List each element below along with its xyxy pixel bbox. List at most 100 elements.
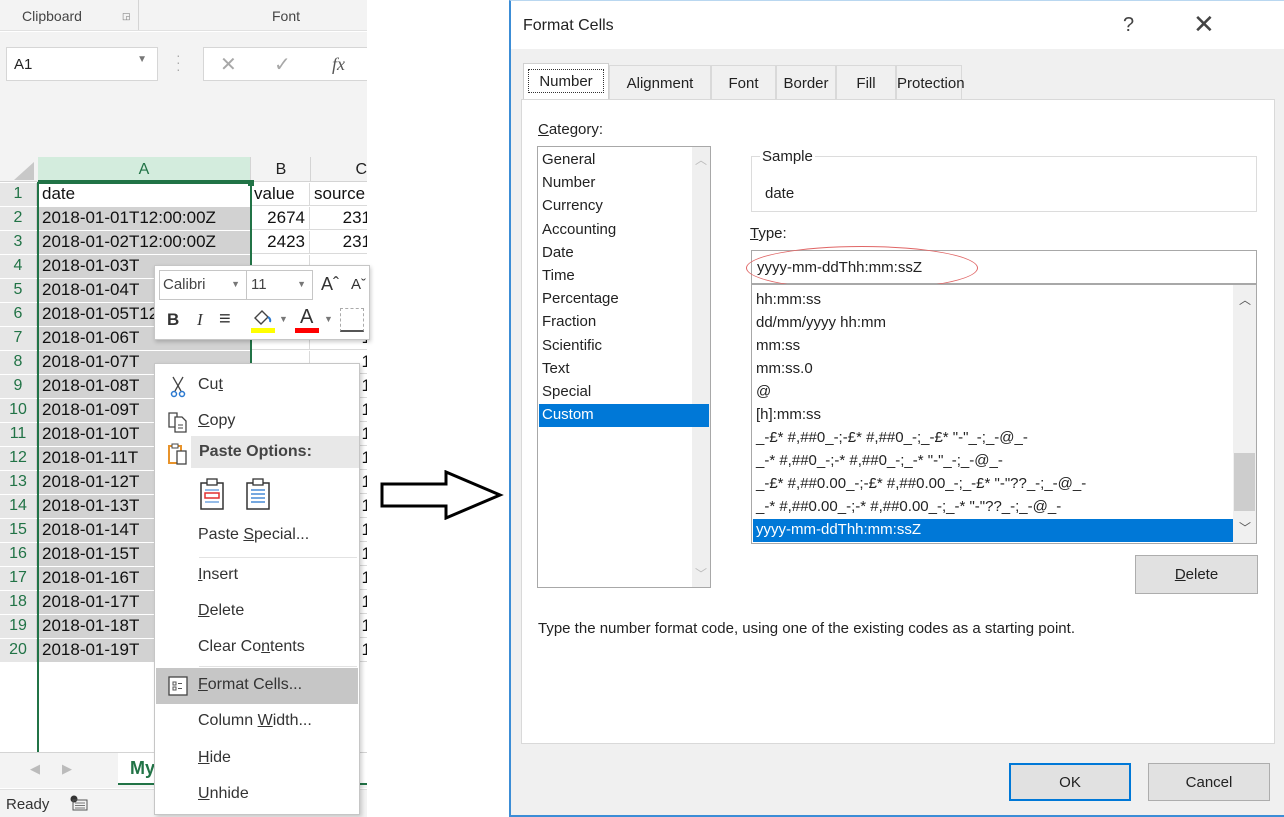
menu-item-paste-special[interactable]: Paste Special... [156,518,358,554]
column-header-c[interactable]: C [312,157,367,182]
row-header[interactable]: 19 [0,615,37,638]
cell-a[interactable]: date [38,183,251,206]
shrink-font-icon[interactable]: Aˇ [351,276,366,293]
paste-keep-formatting-button[interactable] [199,478,225,510]
format-code-item[interactable]: yyyy-mm-ddThh:mm:ssZ [753,519,1233,542]
row-header[interactable]: 9 [0,375,37,398]
cancel-icon[interactable]: ✕ [220,52,237,77]
category-item[interactable]: Date [539,242,709,265]
cell-c[interactable]: source [311,183,367,206]
category-item[interactable]: Text [539,358,709,381]
row-header[interactable]: 12 [0,447,37,470]
column-header-a[interactable]: A [38,157,251,182]
chevron-down-icon[interactable]: ▼ [231,279,240,289]
italic-button[interactable]: I [197,310,203,330]
insert-function-icon[interactable]: fx [332,54,345,75]
row-header[interactable]: 15 [0,519,37,542]
scroll-right-icon[interactable]: ▶ [62,761,72,777]
menu-item-unhide[interactable]: Unhide [156,777,358,813]
category-list[interactable]: ︿ ﹀ General Number Currency Accounting Date T… [537,146,711,588]
row-header[interactable]: 2 [0,207,37,230]
category-item[interactable]: Custom [539,404,709,428]
row-header[interactable]: 5 [0,279,37,302]
cell-c[interactable]: 231 [311,207,367,230]
format-code-item[interactable]: @ [753,381,1233,404]
menu-item-copy[interactable]: Copy [156,404,358,440]
row-header[interactable]: 14 [0,495,37,518]
menu-item-format-cells[interactable]: Format Cells... [156,668,358,704]
menu-item-hide[interactable]: Hide [156,741,358,777]
drag-handle-icon[interactable]: · · · [176,48,181,76]
delete-format-button[interactable]: Delete [1135,555,1258,594]
select-all-corner[interactable] [14,162,34,180]
cell-b[interactable]: 2674 [252,207,310,230]
row-header[interactable]: 16 [0,543,37,566]
formula-bar[interactable]: ✕ ✓ fx [203,47,367,81]
cell-a[interactable]: 2018-01-01T12:00:00Z [38,207,251,230]
chevron-down-icon[interactable]: ▼ [137,54,147,65]
tab-border[interactable]: Border [776,65,836,100]
row-header[interactable]: 20 [0,639,37,662]
ok-button[interactable]: OK [1009,763,1131,801]
scroll-left-icon[interactable]: ◀ [30,761,40,777]
format-code-item[interactable]: mm:ss [753,335,1233,358]
close-icon[interactable]: ✕ [1193,9,1215,40]
row-header[interactable]: 3 [0,231,37,254]
row-header[interactable]: 4 [0,255,37,278]
name-box[interactable]: A1 ▼ [6,47,158,81]
tab-font[interactable]: Font [711,65,776,100]
chevron-down-icon[interactable]: ▼ [279,314,288,324]
format-code-item[interactable]: _-* #,##0_-;-* #,##0_-;_-* "-"_-;_-@_- [753,450,1233,473]
format-code-item[interactable]: mm:ss.0 [753,358,1233,381]
row-header[interactable]: 6 [0,303,37,326]
chevron-down-icon[interactable]: ▼ [297,279,306,289]
category-item[interactable]: Currency [539,195,709,218]
help-icon[interactable]: ? [1123,14,1134,37]
cell-a[interactable]: 2018-01-02T12:00:00Z [38,231,251,254]
row-header[interactable]: 18 [0,591,37,614]
category-item[interactable]: Fraction [539,311,709,334]
type-input[interactable]: yyyy-mm-ddThh:mm:ssZ [751,250,1257,284]
format-code-item[interactable]: hh:mm:ss [753,289,1233,312]
font-size-select[interactable]: 11 ▼ [247,270,313,300]
menu-item-insert[interactable]: Insert [156,558,358,594]
tab-fill[interactable]: Fill [836,65,896,100]
bold-button[interactable]: B [167,310,179,330]
scroll-down-icon[interactable]: ﹀ [1239,519,1251,536]
format-code-item[interactable]: [h]:mm:ss [753,404,1233,427]
grow-font-icon[interactable]: Aˆ [321,274,339,295]
format-code-list[interactable]: ︿ ﹀ hh:mm:ss dd/mm/yyyy hh:mm mm:ss mm:ss.0… [751,284,1257,544]
format-code-item[interactable]: _-* #,##0.00_-;-* #,##0.00_-;_-* "-"??_-… [753,496,1233,519]
paste-values-button[interactable] [245,478,271,510]
format-code-item[interactable]: dd/mm/yyyy hh:mm [753,312,1233,335]
row-header[interactable]: 13 [0,471,37,494]
menu-item-delete[interactable]: Delete [156,594,358,630]
row-header[interactable]: 17 [0,567,37,590]
center-align-icon[interactable]: ≡ [219,308,231,331]
category-item[interactable]: Accounting [539,219,709,242]
category-item[interactable]: Percentage [539,288,709,311]
row-header[interactable]: 1 [0,183,37,206]
tab-protection[interactable]: Protection [896,65,965,100]
macro-recording-icon[interactable] [70,795,88,811]
category-item[interactable]: Time [539,265,709,288]
tab-alignment[interactable]: Alignment [609,65,711,100]
check-icon[interactable]: ✓ [274,52,291,77]
category-item[interactable]: Number [539,172,709,195]
menu-item-cut[interactable]: Cut [156,368,358,404]
dialog-launcher-icon[interactable]: ◲ [122,11,132,21]
format-code-item[interactable]: _-£* #,##0_-;-£* #,##0_-;_-£* "-"_-;_-@_… [753,427,1233,450]
row-header[interactable]: 7 [0,327,37,350]
format-code-item[interactable]: _-£* #,##0.00_-;-£* #,##0.00_-;_-£* "-"?… [753,473,1233,496]
font-color-button[interactable]: A [295,306,319,334]
row-header[interactable]: 8 [0,351,37,374]
cancel-button[interactable]: Cancel [1148,763,1270,801]
category-item[interactable]: Special [539,381,709,404]
font-name-select[interactable]: Calibri ▼ [159,270,247,300]
scrollbar-thumb[interactable] [1234,453,1255,511]
fill-handle[interactable] [248,180,254,186]
category-item[interactable]: General [539,149,709,172]
scroll-up-icon[interactable]: ︿ [1239,291,1251,308]
cell-b[interactable]: 2423 [252,231,310,254]
menu-item-clear-contents[interactable]: Clear Contents [156,630,358,666]
